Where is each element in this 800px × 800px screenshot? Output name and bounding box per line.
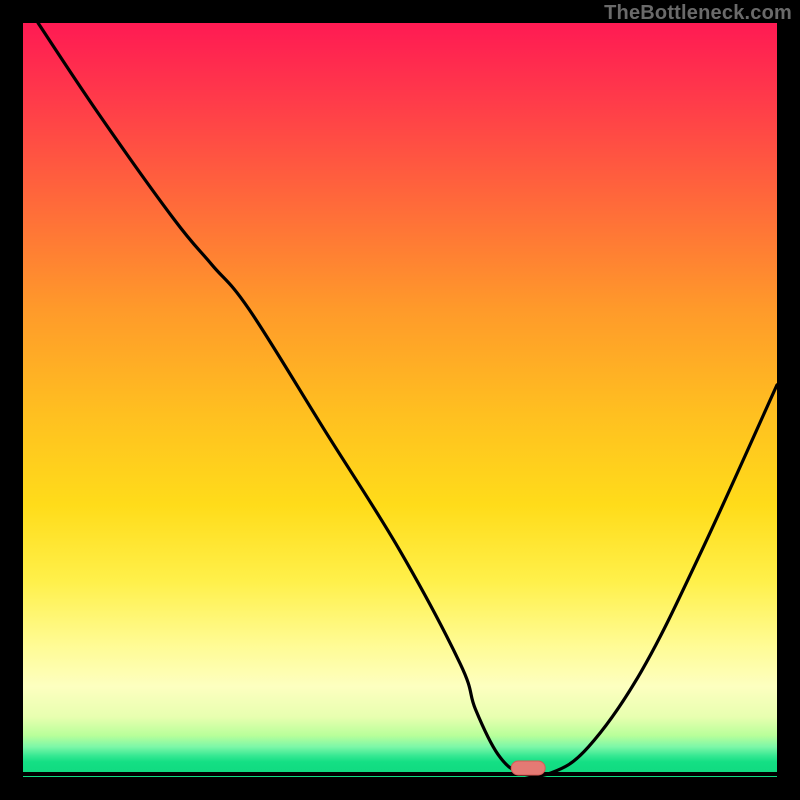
watermark-text: TheBottleneck.com (604, 2, 792, 25)
plot-area (23, 23, 777, 777)
bottleneck-curve (23, 23, 777, 777)
chart-frame: TheBottleneck.com (0, 0, 800, 800)
optimum-marker (511, 761, 545, 775)
curve-path (38, 23, 777, 776)
